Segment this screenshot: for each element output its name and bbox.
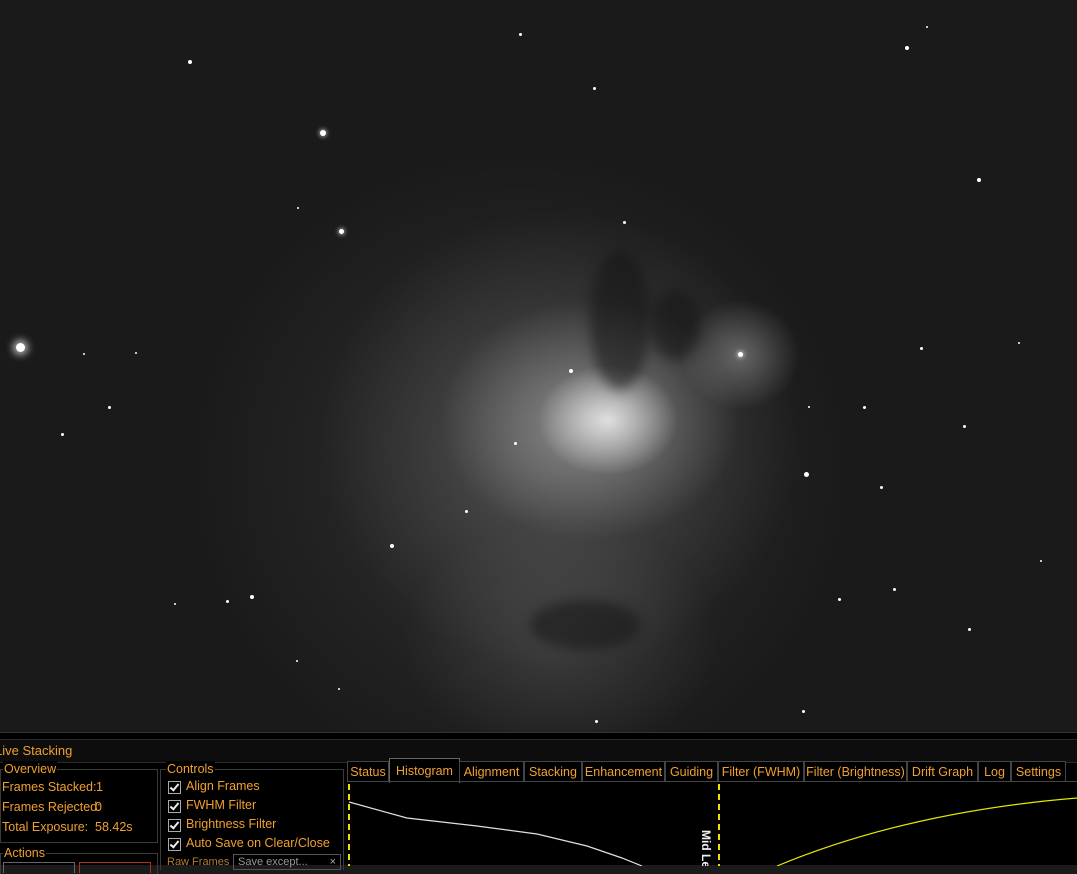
histogram-chart[interactable]: Mid Le: [347, 781, 1077, 866]
tab-drift-graph[interactable]: Drift Graph: [907, 761, 978, 782]
image-viewer[interactable]: [0, 0, 1077, 732]
tab-log[interactable]: Log: [978, 761, 1011, 782]
star: [977, 178, 981, 182]
star: [623, 221, 626, 224]
close-icon[interactable]: ×: [330, 855, 336, 869]
tab-enhancement[interactable]: Enhancement: [582, 761, 665, 782]
mid-level-label: Mid Le: [699, 830, 713, 866]
star: [926, 26, 928, 28]
raw-frames-label: Raw Frames: [167, 856, 230, 868]
panel-title: Live Stacking: [0, 743, 73, 758]
star: [338, 688, 340, 690]
star: [863, 406, 866, 409]
star: [61, 433, 64, 436]
tab-settings[interactable]: Settings: [1011, 761, 1066, 782]
frames-rejected-value: 0: [95, 800, 102, 814]
star: [519, 33, 522, 36]
star: [569, 369, 573, 373]
star: [802, 710, 805, 713]
auto-save-checkbox[interactable]: [168, 838, 181, 851]
total-exposure-label: Total Exposure:: [2, 820, 89, 834]
tab-histogram[interactable]: Histogram: [389, 758, 460, 783]
dark-lane: [590, 250, 650, 390]
stretch-curve: [776, 797, 1077, 866]
overview-title: Overview: [3, 761, 58, 777]
dark-lane: [530, 600, 640, 650]
star: [320, 130, 326, 136]
fwhm-filter-label[interactable]: FWHM Filter: [186, 798, 256, 812]
frames-stacked-label: Frames Stacked:: [2, 780, 97, 794]
star: [83, 353, 85, 355]
star: [920, 347, 923, 350]
star: [465, 510, 468, 513]
fwhm-filter-checkbox[interactable]: [168, 800, 181, 813]
star: [1018, 342, 1020, 344]
controls-title: Controls: [166, 761, 215, 777]
star: [390, 544, 394, 548]
star: [226, 600, 229, 603]
tab-filter-brightness[interactable]: Filter (Brightness): [804, 761, 907, 782]
star: [296, 660, 298, 662]
raw-frames-value: Save except...: [238, 856, 308, 868]
dark-lane: [650, 290, 700, 360]
align-frames-checkbox[interactable]: [168, 781, 181, 794]
star: [16, 343, 25, 352]
star: [593, 87, 596, 90]
star: [963, 425, 966, 428]
star: [880, 486, 883, 489]
align-frames-label[interactable]: Align Frames: [186, 779, 260, 793]
total-exposure-value: 58.42s: [95, 820, 133, 834]
overview-group: Overview Frames Stacked: 1 Frames Reject…: [0, 761, 158, 843]
frames-stacked-value: 1: [96, 780, 103, 794]
panel-title-bar: Live Stacking: [0, 739, 1077, 763]
tab-status[interactable]: Status: [347, 761, 389, 782]
star: [339, 229, 344, 234]
actions-title: Actions: [3, 845, 46, 861]
star: [297, 207, 299, 209]
brightness-filter-checkbox[interactable]: [168, 819, 181, 832]
star: [738, 352, 743, 357]
star: [108, 406, 111, 409]
frames-rejected-label: Frames Rejected:: [2, 800, 101, 814]
tab-guiding[interactable]: Guiding: [665, 761, 718, 782]
star: [893, 588, 896, 591]
auto-save-label[interactable]: Auto Save on Clear/Close: [186, 836, 330, 850]
star: [804, 472, 809, 477]
tab-filter-fwhm[interactable]: Filter (FWHM): [718, 761, 804, 782]
star: [905, 46, 909, 50]
star: [135, 352, 137, 354]
star: [968, 628, 971, 631]
star: [174, 603, 176, 605]
histogram-curve: [348, 801, 643, 866]
star: [1040, 560, 1042, 562]
tab-stacking[interactable]: Stacking: [524, 761, 582, 782]
live-stacking-panel: Live Stacking Overview Frames Stacked: 1…: [0, 732, 1077, 874]
star: [595, 720, 598, 723]
brightness-filter-label[interactable]: Brightness Filter: [186, 817, 276, 831]
star: [838, 598, 841, 601]
star: [188, 60, 192, 64]
tab-alignment[interactable]: Alignment: [459, 761, 524, 782]
star: [808, 406, 810, 408]
raw-frames-select[interactable]: Save except... ×: [233, 854, 341, 870]
star: [250, 595, 254, 599]
star: [514, 442, 517, 445]
